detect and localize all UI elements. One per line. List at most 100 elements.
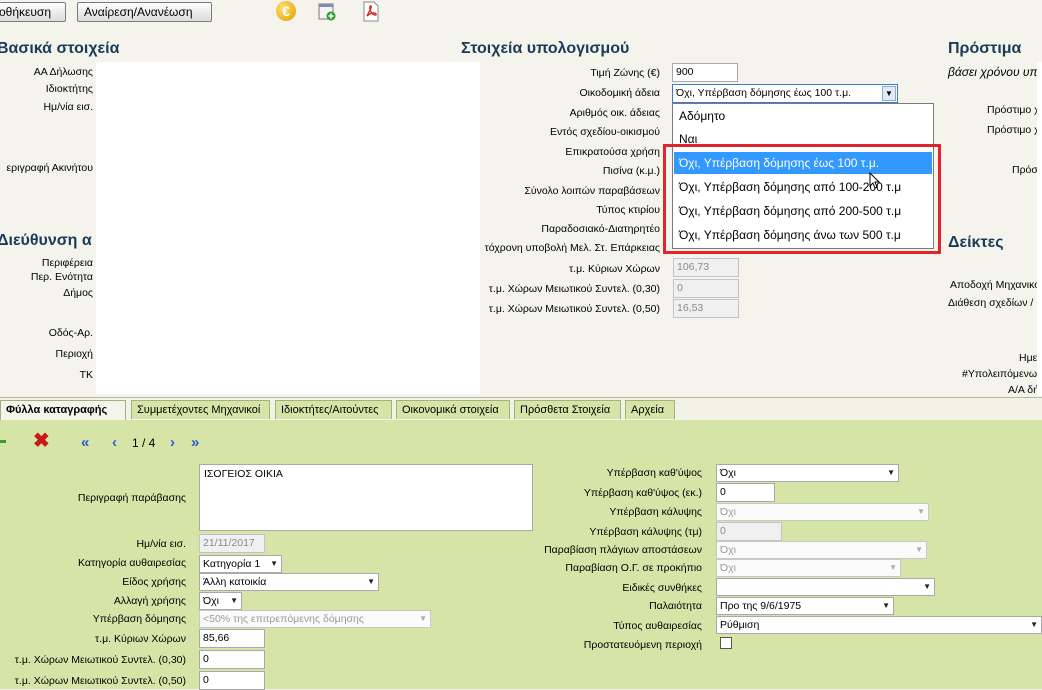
age-label: Παλαιότητα: [649, 600, 702, 612]
area-label: Περιοχή: [55, 348, 93, 360]
chevron-down-icon: ▼: [1030, 620, 1038, 629]
property-description-label: εριγραφή Ακινήτου: [6, 162, 93, 174]
aux-030-input[interactable]: 0: [673, 279, 739, 298]
record-aux-030-input[interactable]: 0: [199, 650, 265, 669]
zone-price-input[interactable]: 900: [672, 63, 738, 82]
tab-bar: Φύλλα καταγραφής Συμμετέχοντες Μηχανικοί…: [0, 397, 1042, 421]
height-exceed-value: Όχι: [720, 467, 736, 479]
building-permit-select[interactable]: Όχι, Υπέρβαση δόμησης έως 100 τ.μ. ▼: [672, 84, 898, 103]
mouse-cursor-icon: [869, 171, 881, 193]
prev-record-icon[interactable]: ‹: [112, 434, 117, 451]
height-exceed-select[interactable]: Όχι ▼: [716, 464, 899, 482]
tab-records[interactable]: Φύλλα καταγραφής: [0, 400, 126, 421]
zone-price-label: Τιμή Ζώνης (€): [590, 67, 660, 79]
regional-unit-label: Περ. Ενότητα: [30, 271, 93, 283]
minus-icon[interactable]: [0, 440, 6, 443]
right-edge-strip: [1037, 62, 1042, 396]
special-conditions-select[interactable]: ▼: [716, 578, 935, 596]
coverage-exceed-select[interactable]: Όχι ▼: [716, 503, 929, 521]
side-distance-label: Παραβίαση πλάγιων αποστάσεων: [544, 544, 702, 556]
age-select[interactable]: Προ της 9/6/1975 ▼: [716, 597, 894, 615]
dropdown-option[interactable]: Αδόμητο: [674, 105, 932, 127]
coverage-exceed-label: Υπέρβαση κάλυψης: [609, 506, 702, 518]
chevron-down-icon: ▼: [230, 596, 238, 605]
building-line-label: Παραβίαση Ο.Γ. σε προκήπιο: [565, 562, 702, 574]
save-button[interactable]: οθήκευση: [0, 2, 66, 22]
violation-description-label: Περιγραφή παράβασης: [77, 492, 186, 504]
building-exceed-value: <50% της επιτρεπόμενης δόμησης: [203, 613, 364, 625]
main-area-input[interactable]: 106,73: [673, 258, 739, 277]
height-cm-input[interactable]: 0: [716, 483, 775, 502]
building-line-select[interactable]: Όχι ▼: [716, 559, 901, 577]
record-aux-050-input[interactable]: 0: [199, 671, 265, 690]
use-type-select[interactable]: Άλλη κατοικία ▼: [199, 573, 379, 591]
owner-label: Ιδιοκτήτης: [45, 83, 93, 95]
coverage-m2-input[interactable]: 0: [716, 522, 782, 541]
first-record-icon[interactable]: «: [81, 434, 89, 451]
tab-files[interactable]: Αρχεία: [625, 400, 675, 419]
violation-description-textarea[interactable]: ΙΣΟΓΕΙΟΣ ΟΙΚΙΑ: [199, 464, 533, 531]
use-change-select[interactable]: Όχι ▼: [199, 592, 242, 610]
penalty-label-2: Πρόστιμο χ: [987, 124, 1040, 136]
special-conditions-label: Ειδικές συνθήκες: [622, 582, 702, 594]
use-change-label: Αλλαγή χρήσης: [113, 595, 186, 607]
indicator-label-1: Αποδοχή Μηχανικο: [950, 279, 1041, 291]
chevron-down-icon: ▼: [419, 614, 427, 623]
municipality-label: Δήμος: [63, 287, 93, 299]
chevron-down-icon: ▼: [917, 507, 925, 516]
indicator-label-4: #Υπολειπόμενων: [962, 368, 1042, 380]
tab-financial[interactable]: Οικονομικά στοιχεία: [396, 400, 510, 419]
protected-area-checkbox[interactable]: [720, 637, 732, 649]
tab-engineers[interactable]: Συμμετέχοντες Μηχανικοί: [131, 400, 270, 419]
street-label: Οδός-Αρ.: [48, 327, 93, 339]
other-violations-label: Σύνολο λοιπών παραβάσεων: [524, 185, 660, 197]
aux-050-input[interactable]: 16,53: [673, 299, 739, 318]
category-select[interactable]: Κατηγορία 1 ▼: [199, 555, 282, 573]
record-date-input[interactable]: 21/11/2017: [199, 534, 265, 553]
building-line-value: Όχι: [720, 562, 736, 574]
region-label: Περιφέρεια: [41, 257, 93, 269]
chevron-down-icon[interactable]: ▼: [882, 86, 896, 101]
entry-date-label: Ημ/νία εισ.: [43, 101, 93, 113]
chevron-down-icon: ▼: [270, 559, 278, 568]
age-value: Προ της 9/6/1975: [720, 600, 802, 612]
last-record-icon[interactable]: »: [191, 434, 199, 451]
chevron-down-icon: ▼: [887, 468, 895, 477]
highlight-box: [663, 144, 941, 254]
euro-icon[interactable]: €: [276, 1, 296, 21]
building-exceed-select[interactable]: <50% της επιτρεπόμενης δόμησης ▼: [199, 610, 431, 628]
chevron-down-icon: ▼: [367, 577, 375, 586]
record-aux-050-label: τ.μ. Χώρων Μειωτικού Συντελ. (0,50): [14, 675, 186, 687]
next-record-icon[interactable]: ›: [170, 434, 175, 451]
tab-owners[interactable]: Ιδιοκτήτες/Αιτούντες: [275, 400, 392, 419]
chevron-down-icon: ▼: [889, 563, 897, 572]
redacted-area: [96, 62, 480, 394]
structural-study-label: τόχρονη υποβολή Μελ. Στ. Επάρκειας: [484, 242, 660, 254]
pdf-icon[interactable]: [361, 1, 381, 22]
penalties-subtitle: βάσει χρόνου υπαγ: [948, 65, 1042, 79]
coverage-m2-label: Υπέρβαση κάλυψης (τμ): [589, 526, 702, 538]
add-document-icon[interactable]: [318, 2, 336, 21]
pool-label: Πισίνα (κ.μ.): [602, 165, 660, 177]
postal-code-label: ΤΚ: [79, 369, 93, 381]
height-cm-label: Υπέρβαση καθ'ύψος (εκ.): [583, 487, 702, 499]
address-section-title: Διεύθυνση α: [0, 232, 92, 249]
use-change-value: Όχι: [203, 595, 219, 607]
side-distance-value: Όχι: [720, 544, 736, 556]
record-aux-030-label: τ.μ. Χώρων Μειωτικού Συντελ. (0,30): [14, 654, 186, 666]
record-main-area-label: τ.μ. Κύριων Χώρων: [95, 633, 186, 645]
prevailing-use-label: Επικρατούσα χρήση: [565, 146, 660, 158]
building-type-label: Τύπος κτιρίου: [596, 204, 660, 216]
tab-additional[interactable]: Πρόσθετα Στοιχεία: [514, 400, 621, 419]
side-distance-select[interactable]: Όχι ▼: [716, 541, 927, 559]
building-permit-value: Όχι, Υπέρβαση δόμησης έως 100 τ.μ.: [676, 87, 852, 99]
violation-type-label: Τύπος αυθαιρεσίας: [613, 620, 702, 632]
indicators-section-title: Δείκτες: [948, 234, 1004, 251]
calc-section-title: Στοιχεία υπολογισμού: [461, 40, 630, 57]
violation-type-select[interactable]: Ρύθμιση ▼: [716, 616, 1042, 634]
use-type-label: Είδος χρήσης: [122, 576, 186, 588]
undo-refresh-button[interactable]: Αναίρεση/Ανανέωση: [77, 2, 212, 22]
delete-icon[interactable]: ✖: [33, 430, 50, 452]
indicator-label-5: Α/Α δή: [1008, 384, 1039, 396]
record-main-area-input[interactable]: 85,66: [199, 629, 265, 648]
